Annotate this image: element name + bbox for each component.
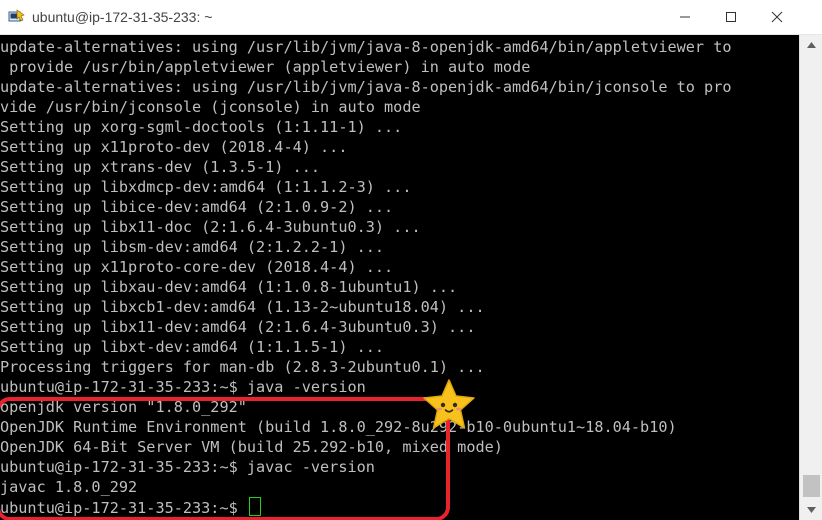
- terminal-line: Setting up libx11-dev:amd64 (2:1.6.4-3ub…: [0, 318, 476, 336]
- terminal-line: Setting up libxdmcp-dev:amd64 (1:1.1.2-3…: [0, 178, 412, 196]
- scroll-up-arrow-icon[interactable]: [800, 35, 822, 55]
- terminal-line: Setting up libxt-dev:amd64 (1:1.1.5-1) .…: [0, 338, 385, 356]
- terminal-line: update-alternatives: using /usr/lib/jvm/…: [0, 38, 732, 56]
- terminal-line: Setting up libxau-dev:amd64 (1:1.0.8-1ub…: [0, 278, 458, 296]
- maximize-button[interactable]: [708, 0, 754, 34]
- vertical-scrollbar[interactable]: [799, 35, 822, 520]
- terminal-line: update-alternatives: using /usr/lib/jvm/…: [0, 78, 732, 96]
- terminal-line: Setting up x11proto-dev (2018.4-4) ...: [0, 138, 348, 156]
- terminal-line: Setting up x11proto-core-dev (2018.4-4) …: [0, 258, 394, 276]
- scrollbar-thumb[interactable]: [803, 475, 820, 497]
- terminal-line: Setting up xorg-sgml-doctools (1:1.11-1)…: [0, 118, 403, 136]
- terminal-line: Setting up libsm-dev:amd64 (2:1.2.2-1) .…: [0, 238, 385, 256]
- terminal-line: Setting up libxcb1-dev:amd64 (1.13-2~ubu…: [0, 298, 485, 316]
- highlight-box: [0, 397, 450, 520]
- terminal-line: Setting up xtrans-dev (1.3.5-1) ...: [0, 158, 321, 176]
- window-title: ubuntu@ip-172-31-35-233: ~: [32, 9, 213, 25]
- scroll-down-arrow-icon[interactable]: [800, 500, 822, 520]
- title-bar[interactable]: ubuntu@ip-172-31-35-233: ~: [0, 0, 822, 35]
- terminal-line: Setting up libx11-doc (2:1.6.4-3ubuntu0.…: [0, 218, 421, 236]
- minimize-button[interactable]: [662, 0, 708, 34]
- terminal-line: Setting up libice-dev:amd64 (2:1.0.9-2) …: [0, 198, 394, 216]
- terminal-line: provide /usr/bin/appletviewer (appletvie…: [0, 58, 531, 76]
- putty-icon[interactable]: [8, 9, 26, 25]
- terminal-line: Processing triggers for man-db (2.8.3-2u…: [0, 358, 485, 376]
- close-button[interactable]: [754, 0, 800, 34]
- star-sticker-icon: [423, 379, 475, 429]
- terminal-line: vide /usr/bin/jconsole (jconsole) in aut…: [0, 98, 421, 116]
- terminal-line: ubuntu@ip-172-31-35-233:~$ java -version: [0, 378, 366, 396]
- terminal-output[interactable]: update-alternatives: using /usr/lib/jvm/…: [0, 35, 799, 520]
